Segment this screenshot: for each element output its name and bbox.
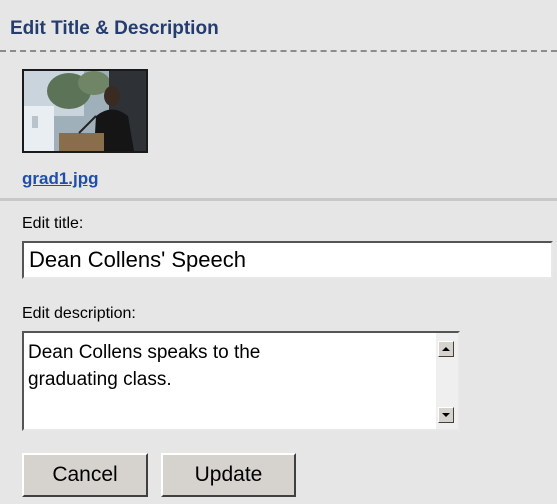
scroll-down-button[interactable] xyxy=(438,407,454,423)
title-label: Edit title: xyxy=(22,215,84,232)
arrow-down-icon xyxy=(442,413,450,417)
description-label: Edit description: xyxy=(22,305,136,322)
cancel-button[interactable]: Cancel xyxy=(22,453,148,497)
photo-thumbnail-icon[interactable] xyxy=(22,69,148,153)
scroll-up-button[interactable] xyxy=(438,341,454,357)
arrow-up-icon xyxy=(442,347,450,351)
photo-filename-link[interactable]: grad1.jpg xyxy=(22,169,99,189)
description-scrollbar[interactable] xyxy=(436,333,458,429)
title-input[interactable] xyxy=(22,241,553,279)
description-text[interactable]: Dean Collens speaks to the graduating cl… xyxy=(28,339,426,393)
edit-form: Edit title: Edit description: Dean Colle… xyxy=(0,201,557,504)
edit-title-description-panel: Edit Title & Description grad1.jpg Edit … xyxy=(0,0,557,504)
panel-header: Edit Title & Description xyxy=(0,0,557,52)
description-textarea[interactable]: Dean Collens speaks to the graduating cl… xyxy=(22,331,460,431)
update-button[interactable]: Update xyxy=(161,453,296,497)
photo-section: grad1.jpg xyxy=(0,52,557,198)
panel-title: Edit Title & Description xyxy=(10,18,219,39)
